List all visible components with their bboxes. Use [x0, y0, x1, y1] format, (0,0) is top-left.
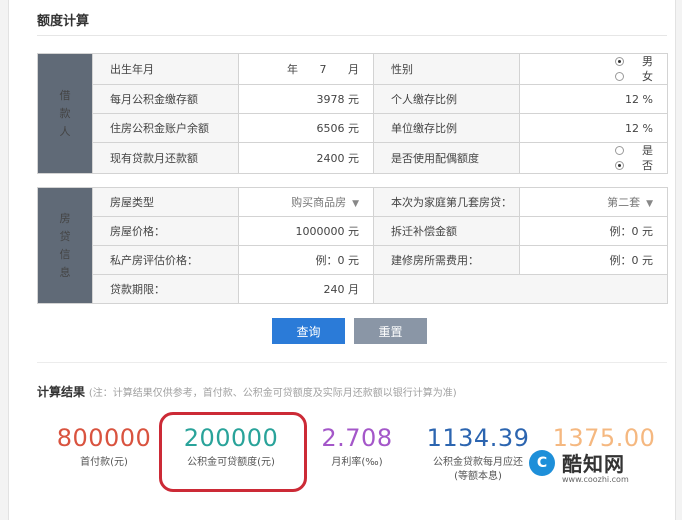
- account-balance-unit: 元: [348, 122, 359, 135]
- gender-male-radio[interactable]: [615, 57, 624, 66]
- building-cost-field[interactable]: 例：0 元: [519, 245, 668, 275]
- birth-month-unit: 月: [348, 63, 359, 76]
- term-label: 贷款期限：: [92, 274, 239, 304]
- spouse-no-radio[interactable]: [615, 161, 624, 170]
- personal-ratio-value: 12: [625, 92, 640, 106]
- personal-ratio-label: 个人缴存比例: [373, 84, 520, 114]
- results-heading: 计算结果 (注：计算结果仅供参考，首付款、公积金可贷额度及实际月还款额以银行计算…: [37, 383, 457, 400]
- company-ratio-unit: %: [642, 121, 653, 135]
- compensation-field[interactable]: 例：0 元: [519, 216, 668, 246]
- gender-female-radio[interactable]: [615, 72, 624, 81]
- monthly-payment-metric: 1134.39 公积金贷款每月应还 (等额本息): [413, 424, 543, 484]
- private-appraisal-unit: 元: [348, 254, 359, 267]
- house-count-value: 第二套: [607, 196, 641, 209]
- birth-month-value: 7: [319, 63, 327, 76]
- birth-field[interactable]: 年 7 月: [238, 53, 374, 85]
- monthly-payment-caption-sub: (等额本息): [454, 471, 502, 482]
- compensation-label: 拆迁补偿金额: [373, 216, 520, 246]
- account-balance-field[interactable]: 6506 元: [238, 113, 374, 143]
- query-button[interactable]: 查询: [272, 318, 345, 344]
- personal-ratio-unit: %: [642, 92, 653, 106]
- down-payment-caption: 首付款(元): [80, 457, 128, 468]
- compensation-unit: 元: [642, 225, 653, 238]
- monthly-payment-value: 1134.39: [426, 424, 530, 452]
- term-field[interactable]: 240 月: [238, 274, 374, 304]
- monthly-rate-caption: 月利率(‰): [331, 457, 383, 468]
- results-note: (注：计算结果仅供参考，首付款、公积金可贷额度及实际月还款额以银行计算为准): [88, 388, 457, 399]
- monthly-rate-metric: 2.708 月利率(‰): [309, 424, 405, 470]
- building-cost-value: 例：0: [609, 254, 639, 267]
- house-section-label: 房贷信息: [37, 187, 93, 304]
- birth-year-unit: 年: [287, 63, 298, 76]
- private-appraisal-label: 私产房评估价格：: [92, 245, 239, 275]
- spouse-yes-radio[interactable]: [615, 146, 624, 155]
- house-type-select[interactable]: 购买商品房 ▼: [238, 187, 374, 217]
- house-type-caret-icon: ▼: [352, 199, 359, 209]
- company-ratio-field[interactable]: 12 %: [519, 113, 668, 143]
- down-payment-metric: 800000 首付款(元): [49, 424, 159, 470]
- account-balance-value: 6506: [316, 122, 345, 135]
- spouse-yes-label: 是: [642, 144, 653, 157]
- house-type-label: 房屋类型: [92, 187, 239, 217]
- gender-male-label: 男: [642, 55, 653, 68]
- gender-label: 性别: [373, 53, 520, 85]
- title-divider: [37, 35, 667, 36]
- spouse-quota-label: 是否使用配偶额度: [373, 142, 520, 174]
- house-section-text: 房贷信息: [59, 211, 71, 279]
- birth-label: 出生年月: [92, 53, 239, 85]
- term-value: 240: [323, 283, 345, 296]
- section-divider: [37, 362, 667, 363]
- coozhi-logo-icon: C: [529, 450, 555, 476]
- monthly-deposit-value: 3978: [316, 93, 345, 106]
- price-label: 房屋价格：: [92, 216, 239, 246]
- empty-cell: [373, 274, 668, 304]
- building-cost-label: 建修房所需费用：: [373, 245, 520, 275]
- private-appraisal-field[interactable]: 例：0 元: [238, 245, 374, 275]
- personal-ratio-field[interactable]: 12 %: [519, 84, 668, 114]
- compensation-value: 例：0: [609, 225, 639, 238]
- monthly-rate-value: 2.708: [321, 424, 393, 452]
- monthly-deposit-label: 每月公积金缴存额: [92, 84, 239, 114]
- borrower-section-label: 借款人: [37, 53, 93, 174]
- existing-loan-field[interactable]: 2400 元: [238, 142, 374, 174]
- house-count-select[interactable]: 第二套 ▼: [519, 187, 668, 217]
- reset-button[interactable]: 重置: [354, 318, 427, 344]
- gender-female-label: 女: [642, 70, 653, 83]
- spouse-no-label: 否: [642, 159, 653, 172]
- down-payment-value: 800000: [56, 424, 152, 452]
- results-title: 计算结果: [37, 385, 86, 399]
- spouse-quota-radio-group: 是 否: [519, 142, 668, 174]
- company-ratio-value: 12: [625, 121, 640, 135]
- watermark-name: 酷知网: [562, 452, 625, 476]
- monthly-deposit-field[interactable]: 3978 元: [238, 84, 374, 114]
- calc-panel: 额度计算 借款人 出生年月 年 7 月 性别 男 女 每月公积金缴存额 3978…: [8, 0, 676, 520]
- borrower-section-text: 借款人: [59, 88, 71, 138]
- price-unit: 元: [348, 225, 359, 238]
- price-value: 1000000: [295, 225, 345, 238]
- gender-radio-group: 男 女: [519, 53, 668, 85]
- house-count-caret-icon: ▼: [646, 199, 653, 209]
- panel-title: 额度计算: [37, 14, 90, 29]
- borrower-form: 借款人 出生年月 年 7 月 性别 男 女 每月公积金缴存额 3978 元 个人…: [37, 53, 668, 174]
- house-form: 房贷信息 房屋类型 购买商品房 ▼ 本次为家庭第几套房贷： 第二套 ▼ 房屋价格： …: [37, 187, 668, 304]
- house-count-label: 本次为家庭第几套房贷：: [373, 187, 520, 217]
- price-field[interactable]: 1000000 元: [238, 216, 374, 246]
- account-balance-label: 住房公积金账户余额: [92, 113, 239, 143]
- company-ratio-label: 单位缴存比例: [373, 113, 520, 143]
- loan-quota-highlight-circle: [159, 412, 307, 492]
- monthly-deposit-unit: 元: [348, 93, 359, 106]
- building-cost-unit: 元: [642, 254, 653, 267]
- monthly-payment-caption: 公积金贷款每月应还: [433, 457, 523, 468]
- term-unit: 月: [348, 283, 359, 296]
- existing-loan-value: 2400: [316, 152, 345, 165]
- watermark-url: www.coozhi.com: [562, 475, 629, 484]
- watermark: C 酷知网 www.coozhi.com: [529, 448, 669, 496]
- existing-loan-label: 现有贷款月还款额: [92, 142, 239, 174]
- house-type-value: 购买商品房: [291, 196, 347, 209]
- existing-loan-unit: 元: [348, 152, 359, 165]
- private-appraisal-value: 例：0: [315, 254, 345, 267]
